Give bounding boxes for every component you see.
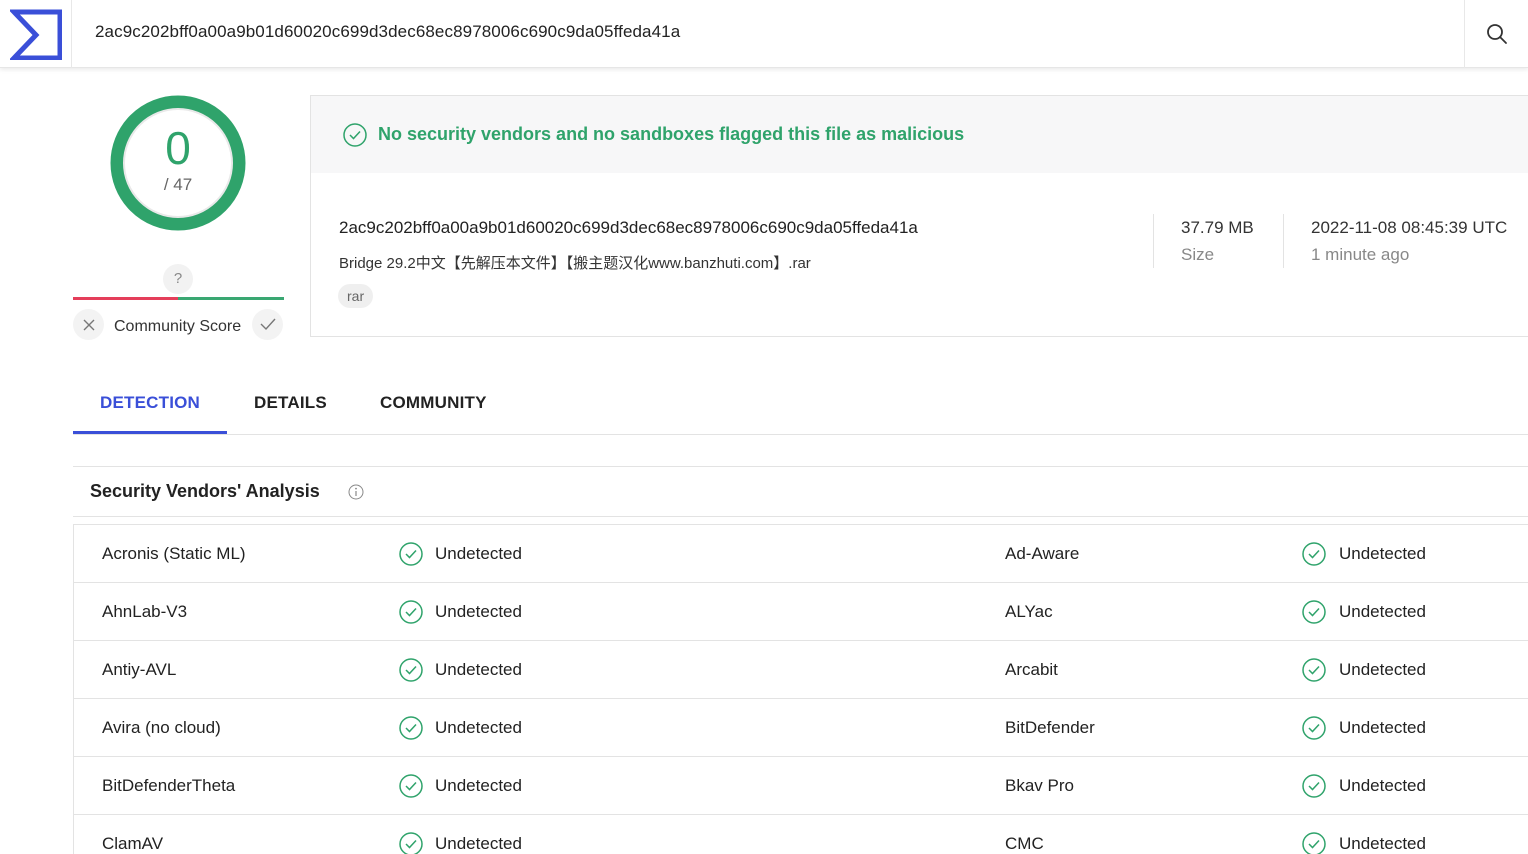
- tab-detection[interactable]: DETECTION: [100, 393, 200, 413]
- analysis-date-value: 2022-11-08 08:45:39 UTC: [1311, 218, 1508, 237]
- info-icon[interactable]: [348, 484, 364, 500]
- vendor-name: CMC: [1005, 834, 1044, 853]
- check-circle-icon: [399, 832, 423, 854]
- vendor-result: Undetected: [1339, 834, 1426, 853]
- vendor-result: Undetected: [435, 544, 522, 563]
- check-circle-icon: [1302, 774, 1326, 798]
- vendors-table: Acronis (Static ML) Undetected Ad-Aware …: [73, 524, 1528, 854]
- vendor-result: Undetected: [1339, 602, 1426, 621]
- search-button[interactable]: [1464, 0, 1528, 68]
- community-score-bar: [73, 297, 284, 300]
- community-score-label: Community Score: [114, 318, 242, 335]
- vendor-name: Bkav Pro: [1005, 776, 1074, 795]
- vendor-result: Undetected: [1339, 660, 1426, 679]
- tab-details[interactable]: DETAILS: [254, 393, 327, 413]
- vote-harmless-button[interactable]: [252, 309, 283, 340]
- vendor-result: Undetected: [435, 834, 522, 853]
- check-circle-icon: [399, 774, 423, 798]
- check-circle-icon: [1302, 832, 1326, 854]
- vote-malicious-button[interactable]: [73, 309, 104, 340]
- vendor-result: Undetected: [435, 602, 522, 621]
- vendor-name: BitDefender: [1005, 718, 1095, 737]
- vendor-name: ALYac: [1005, 602, 1053, 621]
- analysis-date-relative: 1 minute ago: [1311, 245, 1410, 264]
- detection-score-ring: 0 / 47: [110, 95, 246, 231]
- close-icon: [83, 319, 94, 330]
- logo-icon: [9, 9, 62, 60]
- check-circle-icon: [399, 716, 423, 740]
- active-tab-indicator: [73, 431, 227, 434]
- vendor-result: Undetected: [1339, 776, 1426, 795]
- check-circle-icon: [1302, 716, 1326, 740]
- table-row: ClamAV Undetected CMC Undetected: [74, 815, 1528, 854]
- vendor-name: BitDefenderTheta: [102, 776, 236, 795]
- divider: [1153, 214, 1154, 268]
- vendor-result: Undetected: [1339, 718, 1426, 737]
- file-hash: 2ac9c202bff0a00a9b01d60020c699d3dec68ec8…: [339, 218, 918, 237]
- divider: [1283, 214, 1284, 268]
- file-name: Bridge 29.2中文【先解压本文件】【搬主题汉化www.banzhuti.…: [339, 255, 811, 272]
- vendor-name: Antiy-AVL: [102, 660, 177, 679]
- table-row: Acronis (Static ML) Undetected Ad-Aware …: [74, 525, 1528, 583]
- top-bar: 2ac9c202bff0a00a9b01d60020c699d3dec68ec8…: [0, 0, 1528, 68]
- search-icon: [1486, 24, 1507, 44]
- table-row: AhnLab-V3 Undetected ALYac Undetected: [74, 583, 1528, 641]
- section-title: Security Vendors' Analysis: [90, 481, 320, 501]
- table-row: Avira (no cloud) Undetected BitDefender …: [74, 699, 1528, 757]
- check-circle-icon: [1302, 600, 1326, 624]
- community-bar-negative: [73, 297, 178, 300]
- check-circle-icon: [399, 658, 423, 682]
- vendor-name: Arcabit: [1005, 660, 1058, 679]
- verdict-message: No security vendors and no sandboxes fla…: [378, 124, 965, 144]
- vendor-name: Ad-Aware: [1005, 544, 1080, 563]
- check-circle-icon: [1302, 542, 1326, 566]
- vendors-analysis-header: Security Vendors' Analysis: [73, 466, 1528, 517]
- vendor-result: Undetected: [435, 660, 522, 679]
- tab-community[interactable]: COMMUNITY: [380, 393, 487, 413]
- search-input[interactable]: 2ac9c202bff0a00a9b01d60020c699d3dec68ec8…: [95, 22, 680, 42]
- check-circle-icon: [399, 600, 423, 624]
- detection-count: 0: [165, 122, 191, 174]
- virustotal-logo[interactable]: [0, 0, 72, 68]
- file-summary-card: No security vendors and no sandboxes fla…: [310, 95, 1528, 337]
- table-row: Antiy-AVL Undetected Arcabit Undetected: [74, 641, 1528, 699]
- vendor-result: Undetected: [435, 718, 522, 737]
- check-icon: [260, 318, 276, 331]
- file-type-tag[interactable]: rar: [338, 284, 374, 308]
- verdict-banner: No security vendors and no sandboxes fla…: [311, 96, 1528, 173]
- report-tabs: DETECTION DETAILS COMMUNITY: [73, 380, 1528, 435]
- vendor-name: AhnLab-V3: [102, 602, 188, 621]
- vendor-name: Avira (no cloud): [102, 718, 221, 737]
- vendor-result: Undetected: [1339, 544, 1426, 563]
- check-circle-icon: [343, 123, 367, 147]
- community-bar-positive: [178, 297, 284, 300]
- check-circle-icon: [399, 542, 423, 566]
- engine-total: / 47: [163, 175, 193, 194]
- file-size-label: Size: [1181, 245, 1215, 264]
- vendor-result: Undetected: [435, 776, 522, 795]
- table-row: BitDefenderTheta Undetected Bkav Pro Und…: [74, 757, 1528, 815]
- community-score-value: ?: [163, 264, 193, 294]
- vendor-name: Acronis (Static ML): [102, 544, 246, 563]
- vendor-name: ClamAV: [102, 834, 164, 853]
- check-circle-icon: [1302, 658, 1326, 682]
- file-size-value: 37.79 MB: [1181, 218, 1254, 237]
